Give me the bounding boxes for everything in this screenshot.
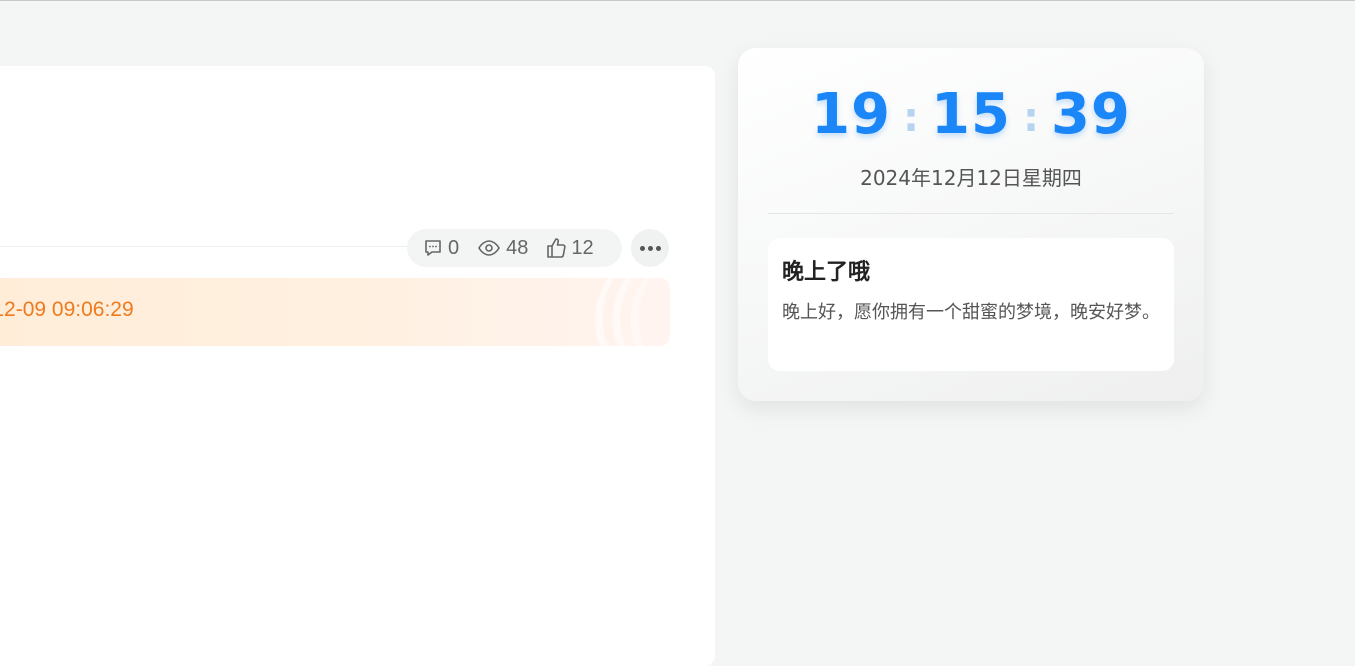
clock-divider [768,213,1174,214]
view-count-value: 48 [506,236,529,259]
like-count-value: 12 [571,236,594,259]
more-options-button[interactable] [631,229,669,267]
divider [0,246,420,247]
clock-separator: : [903,94,920,141]
publish-date: 24-12-09 09:06:29 [0,298,134,321]
greeting-message: 晚上好，愿你拥有一个甜蜜的梦境，晚安好梦。 [782,302,1160,323]
comment-icon [423,238,443,258]
greeting-title: 晚上了哦 [782,260,871,285]
decorative-stripes [594,278,650,346]
clock-minutes: 15 [931,82,1011,147]
like-count[interactable]: 12 [546,236,594,260]
clock-separator: : [1022,94,1039,141]
article-stats: 0 48 12 [407,229,622,267]
eye-icon [477,238,501,258]
clock-hours: 19 [811,82,892,147]
view-count: 48 [477,237,528,260]
clock-date: 2024年12月12日星期四 [860,166,1082,190]
more-icon [639,245,645,251]
clock-seconds: 39 [1050,82,1131,147]
thumbs-up-icon [546,237,567,259]
article-card: 0 48 12 24-12-09 09:06 [0,66,715,666]
clock-widget: 19 : 15 : 39 2024年12月12日星期四 晚上了哦 晚上好，愿你拥… [738,48,1204,401]
comment-count[interactable]: 0 [423,237,459,260]
date-banner: 24-12-09 09:06:29 [0,278,670,346]
clock-time: 19 : 15 : 39 [738,82,1204,147]
comment-count-value: 0 [448,236,460,259]
greeting-box: 晚上了哦 晚上好，愿你拥有一个甜蜜的梦境，晚安好梦。 [768,238,1174,371]
